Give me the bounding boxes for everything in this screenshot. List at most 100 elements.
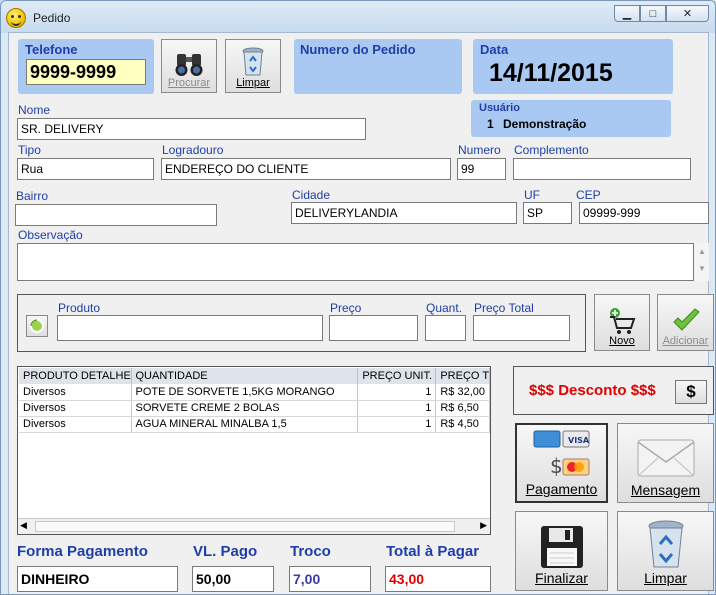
column-header[interactable]: PREÇO UNIT. [357, 368, 437, 384]
payment-method-label: Forma Pagamento [17, 543, 148, 560]
zip-input[interactable]: 09999-999 [579, 202, 709, 224]
minimize-button[interactable]: ▁ [614, 5, 640, 22]
scroll-up-icon: ▲ [698, 247, 706, 256]
scroll-left-icon[interactable]: ◀ [20, 520, 27, 531]
complement-label: Complemento [514, 143, 589, 157]
items-grid[interactable]: PRODUTO DETALHES QUANTIDADE PREÇO UNIT. … [17, 366, 491, 535]
notes-label: Observação [18, 228, 83, 242]
refresh-button[interactable] [26, 315, 48, 337]
notes-scrollbar[interactable]: ▲ ▼ [695, 243, 709, 281]
total-price-input[interactable] [473, 315, 570, 341]
name-label: Nome [18, 103, 51, 117]
product-entry-box: Produto Preço Quant. Preço Total [17, 294, 586, 352]
close-icon: ✕ [682, 8, 693, 20]
table-cell: POTE DE SORVETE 1,5KG MORANGO [131, 384, 359, 401]
search-button-label: Procurar [167, 77, 211, 89]
table-row[interactable]: Diversos POTE DE SORVETE 1,5KG MORANGO 1… [19, 384, 490, 401]
finish-button[interactable]: Finalizar [515, 511, 608, 591]
city-input[interactable]: DELIVERYLANDIA [291, 202, 517, 224]
type-label: Tipo [18, 143, 41, 157]
order-number-panel: Numero do Pedido [294, 39, 462, 94]
price-label: Preço [330, 301, 362, 315]
svg-text:VISA: VISA [568, 436, 590, 445]
horizontal-scrollbar[interactable]: ◀ ▶ [18, 518, 490, 534]
minimize-icon: ▁ [622, 8, 632, 20]
clear-button[interactable]: Limpar [225, 39, 281, 93]
add-button[interactable]: Adicionar [657, 294, 714, 351]
refresh-icon [30, 319, 44, 333]
user-label: Usuário [479, 102, 520, 114]
street-input[interactable]: ENDEREÇO DO CLIENTE [161, 158, 451, 180]
phone-panel: Telefone 9999-9999 [18, 39, 154, 94]
recycle-bin-icon [648, 520, 683, 568]
search-button[interactable]: Procurar [161, 39, 217, 93]
number-label: Numero [458, 143, 501, 157]
product-input[interactable] [57, 315, 323, 341]
discount-box: $$$ Desconto $$$ $ [513, 366, 714, 415]
scroll-right-icon[interactable]: ▶ [480, 520, 487, 531]
finish-button-label: Finalizar [535, 570, 588, 586]
form-area: Telefone 9999-9999 Procurar Limpar Numer… [8, 32, 714, 594]
table-cell: 1 [357, 384, 437, 401]
user-name: Demonstração [503, 117, 587, 131]
clear-big-button[interactable]: Limpar [617, 511, 714, 591]
column-header[interactable]: PRODUTO DETALHES [19, 368, 132, 384]
column-header[interactable]: PREÇO T [435, 368, 490, 384]
price-input[interactable] [329, 315, 418, 341]
checkmark-icon [672, 308, 700, 331]
column-header[interactable]: QUANTIDADE [131, 368, 359, 384]
number-input[interactable]: 99 [457, 158, 506, 180]
binoculars-icon [175, 54, 203, 76]
credit-cards-icon: VISA $ [533, 430, 590, 478]
date-panel: Data 14/11/2015 [473, 39, 673, 94]
paid-input[interactable]: 50,00 [192, 566, 274, 592]
floppy-disk-icon [540, 526, 583, 568]
clear-button-label: Limpar [236, 77, 270, 89]
discount-button[interactable]: $ [675, 380, 707, 404]
new-button-label: Novo [609, 335, 635, 347]
change-label: Troco [290, 543, 331, 560]
user-id: 1 [487, 117, 494, 131]
clear-big-button-label: Limpar [644, 570, 687, 586]
cart-add-icon [610, 308, 636, 334]
window-controls: ▁ □ ✕ [614, 5, 709, 22]
payment-method-input[interactable]: DINHEIRO [17, 566, 178, 592]
state-input[interactable]: SP [523, 202, 572, 224]
table-cell: R$ 4,50 [435, 416, 490, 433]
table-row[interactable]: Diversos SORVETE CREME 2 BOLAS 1 R$ 6,50 [19, 400, 490, 417]
type-input[interactable]: Rua [17, 158, 154, 180]
total-to-pay-label: Total à Pagar [386, 543, 480, 560]
order-number-label: Numero do Pedido [300, 42, 416, 57]
table-header-row: PRODUTO DETALHES QUANTIDADE PREÇO UNIT. … [19, 368, 490, 384]
total-price-label: Preço Total [474, 301, 534, 315]
message-button[interactable]: Mensagem [617, 423, 714, 503]
scroll-down-icon: ▼ [698, 264, 706, 273]
phone-input[interactable]: 9999-9999 [26, 59, 146, 85]
zip-label: CEP [576, 188, 601, 202]
name-input[interactable]: SR. DELIVERY [17, 118, 366, 140]
items-table: PRODUTO DETALHES QUANTIDADE PREÇO UNIT. … [19, 368, 490, 433]
qty-input[interactable] [425, 315, 466, 341]
state-label: UF [524, 188, 540, 202]
smiley-app-icon [6, 8, 26, 28]
user-panel: Usuário 1 Demonstração [471, 100, 671, 137]
close-button[interactable]: ✕ [666, 5, 709, 22]
payment-button[interactable]: VISA $ Pagamento [515, 423, 608, 503]
scrollbar-thumb[interactable] [35, 521, 455, 532]
qty-label: Quant. [426, 301, 463, 315]
change-value: 7,00 [289, 566, 371, 592]
table-cell: Diversos [19, 416, 132, 433]
pedido-window: Pedido ▁ □ ✕ Telefone 9999-9999 Procurar [0, 0, 716, 595]
complement-input[interactable] [513, 158, 691, 180]
table-cell: 1 [357, 416, 437, 433]
district-label: Bairro [16, 189, 49, 203]
paid-label: VL. Pago [193, 543, 258, 560]
date-label: Data [480, 42, 509, 57]
district-input[interactable] [15, 204, 217, 226]
new-button[interactable]: Novo [594, 294, 650, 351]
table-row[interactable]: Diversos AGUA MINERAL MINALBA 1,5 1 R$ 4… [19, 416, 490, 433]
recycle-bin-icon [242, 47, 264, 76]
maximize-button[interactable]: □ [640, 5, 666, 22]
notes-input[interactable] [17, 243, 694, 281]
table-cell: AGUA MINERAL MINALBA 1,5 [131, 416, 359, 433]
